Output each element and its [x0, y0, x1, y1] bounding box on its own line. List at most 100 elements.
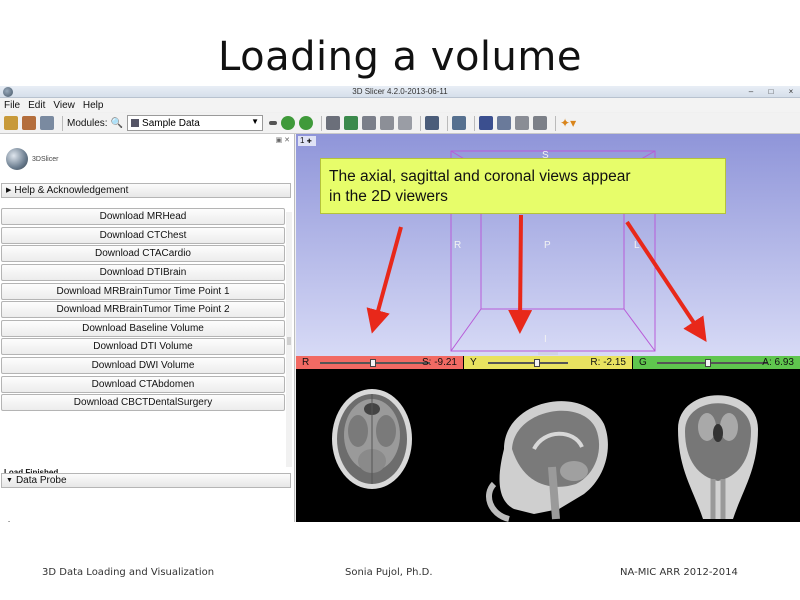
data-probe-section[interactable]: ▼ Data Probe [1, 473, 291, 488]
download-ctabdomen-button[interactable]: Download CTAbdomen [1, 375, 285, 393]
yellow-slice-offset: R: -2.15 [590, 357, 626, 368]
yellow-slice-label: Y [470, 357, 477, 368]
toolbar-separator [321, 115, 323, 131]
axial-brain-image [332, 389, 412, 489]
back-arrow-icon[interactable] [281, 116, 296, 130]
download-ctacardio-button[interactable]: Download CTACardio [1, 245, 285, 263]
module-panel: ▣ ✕ 3DSlicer ▶ Help & Acknowledgement Dow… [0, 134, 295, 522]
axis-label-right: R [454, 240, 462, 251]
maximize-button[interactable]: □ [766, 86, 776, 97]
data-module-icon[interactable] [326, 116, 341, 130]
slicer-window: 3D Slicer 4.2.0-2013-06-11 – □ × File Ed… [0, 86, 800, 522]
coronal-slice-view[interactable] [633, 369, 800, 522]
models-module-icon[interactable] [362, 116, 377, 130]
module-selector[interactable]: Sample Data ▼ [127, 115, 264, 131]
layout-icon[interactable] [425, 116, 440, 130]
modules-label: Modules: [67, 117, 108, 129]
help-acknowledgement-label: Help & Acknowledgement [14, 185, 129, 196]
download-mrbraintumor-2-button[interactable]: Download MRBrainTumor Time Point 2 [1, 301, 285, 319]
bbox-edge [623, 308, 656, 352]
footer-center: Sonia Pujol, Ph.D. [345, 567, 433, 578]
toolbar-separator [420, 115, 422, 131]
slide-title: Loading a volume [218, 34, 582, 80]
callout-box: The axial, sagittal and coronal views ap… [320, 158, 726, 214]
close-button[interactable]: × [786, 86, 796, 97]
menu-bar: File Edit View Help [0, 98, 800, 112]
yellow-slice-controller[interactable]: Y R: -2.15 [464, 356, 632, 369]
yellow-slice-slider-track[interactable] [488, 362, 568, 364]
slide: Loading a volume 3D Slicer 4.2.0-2013-06… [0, 0, 800, 600]
module-history-icon[interactable] [269, 121, 278, 125]
menu-help[interactable]: Help [83, 100, 104, 111]
data-probe-values: L F B [8, 518, 13, 522]
download-dtibrain-button[interactable]: Download DTIBrain [1, 263, 285, 281]
toolbar-separator [447, 115, 449, 131]
callout-text-line2: in the 2D viewers [329, 188, 448, 205]
footer-right: NA-MIC ARR 2012-2014 [620, 567, 738, 578]
green-slice-slider-track[interactable] [657, 362, 767, 364]
toolbar-separator [474, 115, 476, 131]
expand-arrow-icon: ▶ [6, 187, 12, 194]
menu-file[interactable]: File [4, 100, 20, 111]
slicer-logo-text: 3DSlicer [32, 156, 59, 163]
download-mrhead-button[interactable]: Download MRHead [1, 208, 285, 225]
load-dicom-icon[interactable] [22, 116, 36, 130]
screenshot-icon[interactable] [479, 116, 494, 130]
bbox-edge [450, 308, 482, 352]
coronal-brain-image [678, 395, 758, 519]
download-cbctdentalsurgery-button[interactable]: Download CBCTDentalSurgery [1, 394, 285, 412]
download-dwi-volume-button[interactable]: Download DWI Volume [1, 357, 285, 375]
help-acknowledgement-section[interactable]: ▶ Help & Acknowledgement [1, 183, 291, 198]
green-slice-controller[interactable]: G A: 6.93 [633, 356, 800, 369]
scrollbar-handle[interactable] [287, 337, 291, 345]
download-dti-volume-button[interactable]: Download DTI Volume [1, 338, 285, 356]
slicer-logo [6, 148, 28, 170]
minimize-button[interactable]: – [746, 86, 756, 97]
module-search-icon[interactable]: 🔍 [111, 118, 123, 129]
download-ctchest-button[interactable]: Download CTChest [1, 226, 285, 244]
sagittal-brain-image [486, 401, 608, 522]
panel-dock-buttons[interactable]: ▣ ✕ [276, 136, 290, 144]
module-selector-value: Sample Data [142, 117, 200, 129]
yellow-slice-slider-thumb[interactable] [534, 359, 540, 367]
transforms-module-icon[interactable] [380, 116, 395, 130]
window-title: 3D Slicer 4.2.0-2013-06-11 [352, 87, 448, 96]
red-slice-offset: S: -9.21 [421, 357, 457, 368]
axial-slice-view[interactable] [296, 369, 463, 522]
main-toolbar: Modules: 🔍 Sample Data ▼ ✦▾ [0, 113, 800, 134]
forward-arrow-icon[interactable] [299, 116, 314, 130]
crosshair-icon[interactable]: ✦▾ [560, 116, 576, 130]
red-slice-controller[interactable]: R S: -9.21 [296, 356, 463, 369]
python-icon[interactable] [533, 116, 548, 130]
panel-scrollbar[interactable] [286, 212, 292, 467]
toolbar-separator [555, 115, 557, 131]
axis-label-posterior: P [544, 240, 551, 251]
view-splitter-handle[interactable] [538, 352, 558, 355]
scene-view-icon[interactable] [497, 116, 512, 130]
callout-text-line1: The axial, sagittal and coronal views ap… [329, 168, 631, 185]
red-slice-slider-thumb[interactable] [370, 359, 376, 367]
download-mrbraintumor-1-button[interactable]: Download MRBrainTumor Time Point 1 [1, 282, 285, 300]
volumes-module-icon[interactable] [344, 116, 359, 130]
save-icon[interactable] [40, 116, 54, 130]
toolbar-separator [62, 115, 63, 131]
editor-module-icon[interactable] [398, 116, 413, 130]
extension-icon[interactable] [515, 116, 530, 130]
sagittal-slice-view[interactable] [464, 369, 632, 522]
sample-data-icon [131, 119, 140, 127]
axis-label-left: L [634, 240, 640, 251]
axis-label-inferior: I [544, 334, 547, 345]
footer-left: 3D Data Loading and Visualization [42, 567, 215, 578]
menu-view[interactable]: View [53, 100, 75, 111]
menu-edit[interactable]: Edit [28, 100, 45, 111]
download-baseline-volume-button[interactable]: Download Baseline Volume [1, 319, 285, 337]
green-slice-offset: A: 6.93 [762, 357, 794, 368]
load-data-icon[interactable] [4, 116, 18, 130]
mouse-mode-icon[interactable] [452, 116, 467, 130]
data-probe-label: Data Probe [15, 475, 67, 486]
green-slice-slider-thumb[interactable] [705, 359, 711, 367]
red-slice-label: R [302, 357, 310, 368]
window-titlebar: 3D Slicer 4.2.0-2013-06-11 – □ × [0, 86, 800, 98]
window-controls: – □ × [746, 86, 796, 97]
green-slice-label: G [639, 357, 647, 368]
